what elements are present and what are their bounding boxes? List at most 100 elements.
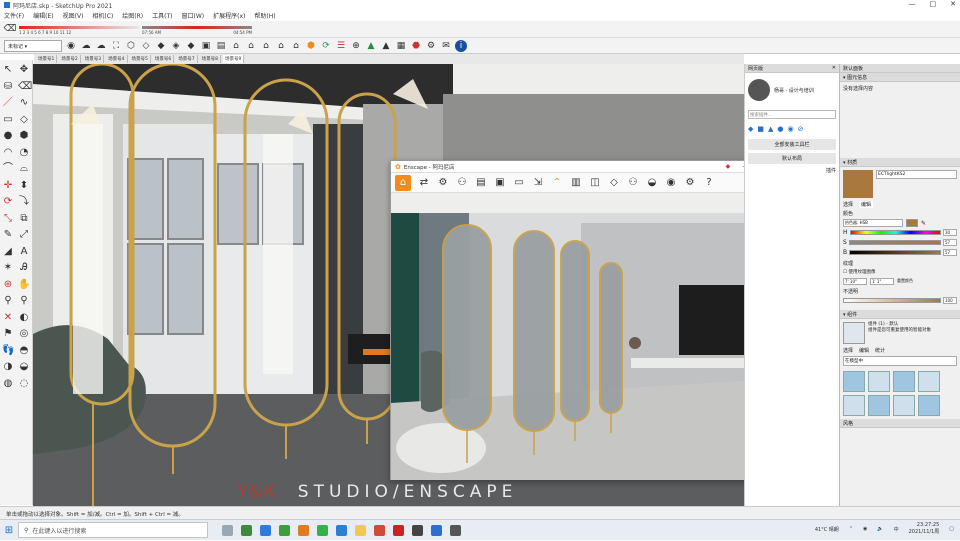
vr-icon[interactable]: ◒ [646, 177, 658, 188]
texture-width[interactable]: 7' 10" [843, 278, 867, 285]
select-icon[interactable]: ↖ [2, 64, 14, 76]
volume-icon[interactable]: 🔈 [877, 526, 883, 532]
pie-icon[interactable]: ◔ [18, 147, 30, 159]
notification-center-icon[interactable]: ▢ [949, 526, 954, 532]
section-plane-icon[interactable]: ◓ [18, 345, 30, 357]
entity-info-header[interactable]: ▾ 图元信息 [840, 73, 960, 82]
eyedropper-icon[interactable]: ✎ [921, 220, 926, 227]
menu-edit[interactable]: 编辑(E) [33, 11, 53, 20]
warehouse-icon[interactable]: ⬢ [305, 40, 317, 52]
menu-camera[interactable]: 相机(C) [92, 11, 113, 20]
right-view-icon[interactable]: ⌂ [260, 40, 272, 52]
position-camera-icon[interactable]: ⚑ [2, 328, 14, 340]
settings-icon[interactable]: ⚙ [437, 177, 449, 188]
component-thumb[interactable] [918, 395, 940, 416]
tab-edit[interactable]: 编辑 [859, 201, 874, 208]
rotated-rect-icon[interactable]: ◇ [18, 114, 30, 126]
visual-settings-icon[interactable]: ⚙ [684, 177, 696, 188]
refresh-icon[interactable]: ⟳ [320, 40, 332, 52]
zoom-extents-icon[interactable]: ⛶ [110, 40, 122, 52]
default-layout-button[interactable]: 默认布局 [748, 153, 836, 164]
cloud-icon[interactable]: ☁ [80, 40, 92, 52]
sketchup-task-icon[interactable] [374, 524, 385, 536]
opacity-slider[interactable] [843, 298, 941, 303]
plugin-d-icon[interactable]: ● [777, 125, 783, 133]
extension-icon[interactable]: ⬣ [410, 40, 422, 52]
wechat-icon[interactable] [317, 524, 328, 536]
menu-file[interactable]: 文件(F) [4, 11, 24, 20]
top-view-icon[interactable]: ⌂ [230, 40, 242, 52]
rotate-icon[interactable]: ⟳ [2, 196, 14, 208]
eraser-icon[interactable]: ⌫ [4, 23, 17, 35]
menu-window[interactable]: 窗口(W) [182, 11, 205, 20]
plugin-e-icon[interactable]: ◉ [788, 125, 794, 133]
offset-icon[interactable]: ⧉ [18, 213, 30, 225]
arc2-icon[interactable]: ⌒ [2, 163, 14, 175]
menu-view[interactable]: 视图(V) [63, 11, 84, 20]
word-icon[interactable] [431, 524, 442, 536]
zoom-window-icon[interactable]: ⚲ [18, 295, 30, 307]
reset-color-label[interactable]: 重置颜色 [897, 278, 913, 285]
xray-icon[interactable]: ◇ [140, 40, 152, 52]
tape-measure-icon[interactable]: ✎ [2, 229, 14, 241]
plugin-panel-close-icon[interactable]: ✕ [832, 65, 836, 71]
add-location-icon[interactable]: ⊕ [350, 40, 362, 52]
materials-header[interactable]: ▾ 材质 [840, 158, 960, 167]
material-swatch[interactable] [843, 170, 873, 198]
component-thumb[interactable] [868, 371, 890, 392]
tab-comp-select[interactable]: 选择 [843, 347, 853, 354]
search-app-icon[interactable] [298, 524, 309, 536]
binoculars-icon[interactable]: ⚇ [456, 177, 468, 188]
hidden-line-icon[interactable]: ◈ [170, 40, 182, 52]
zoom-icon[interactable]: ⚲ [2, 295, 14, 307]
b-value[interactable]: 57 [943, 249, 957, 256]
photo-icon[interactable] [450, 524, 461, 536]
weather[interactable]: 41°C 晴朗 [815, 526, 839, 533]
styles-footer[interactable]: 风格 [840, 419, 960, 428]
collapse-icon[interactable]: ⌃ [551, 177, 563, 188]
arc3-icon[interactable]: ⌓ [18, 163, 30, 175]
component-thumb[interactable] [868, 395, 890, 416]
plugin-b-icon[interactable]: ■ [757, 125, 764, 133]
menu-tools[interactable]: 工具(T) [152, 11, 172, 20]
dimension-icon[interactable]: ⤢ [18, 229, 30, 241]
sandbox-tool-icon[interactable]: ◍ [2, 378, 14, 390]
h-value[interactable]: 30 [943, 229, 957, 236]
left-view-icon[interactable]: ⌂ [290, 40, 302, 52]
tab-scene-1[interactable]: 场景号1 [36, 55, 58, 63]
checker-icon[interactable]: ▦ [395, 40, 407, 52]
shadow-time-slider[interactable]: 07:56 AM 04:54 PM [142, 23, 252, 35]
protractor-icon[interactable]: ◢ [2, 246, 14, 258]
wireframe-icon[interactable]: ◆ [155, 40, 167, 52]
component-icon[interactable]: ✥ [18, 64, 30, 76]
front-view-icon[interactable]: ⌂ [245, 40, 257, 52]
ime-icon[interactable]: 中 [894, 526, 899, 533]
enscape-render-view[interactable] [391, 193, 789, 480]
export-icon[interactable]: ⇲ [532, 177, 544, 188]
home-icon[interactable]: ⌂ [395, 174, 411, 191]
opacity-value[interactable]: 100 [943, 297, 957, 304]
s-slider[interactable] [848, 240, 941, 245]
zoom-extents-tool-icon[interactable]: ✕ [2, 312, 14, 324]
previous-view-icon[interactable]: ◐ [18, 312, 30, 324]
h-slider[interactable] [849, 230, 941, 235]
freehand-icon[interactable]: ∿ [18, 97, 30, 109]
windows-start-icon[interactable]: ⊞ [0, 520, 18, 541]
asset-library-icon[interactable]: ▥ [570, 177, 582, 188]
plugin-f-icon[interactable]: ⊘ [798, 125, 804, 133]
look-around-icon[interactable]: ◎ [18, 328, 30, 340]
close-button[interactable]: ✕ [950, 0, 956, 8]
tab-scene-7[interactable]: 场景号7 [176, 55, 198, 63]
maximize-button[interactable]: □ [930, 0, 937, 8]
layer-select[interactable]: 未标记 ▾ [4, 39, 62, 52]
file-manager-icon[interactable] [279, 524, 290, 536]
rectangle-icon[interactable]: ▭ [2, 114, 14, 126]
tree-icon[interactable]: ▲ [365, 40, 377, 52]
color-picker-select[interactable]: 拾色器: HSB [843, 219, 903, 227]
walk-icon[interactable]: 👣 [2, 345, 14, 357]
textured-icon[interactable]: ▣ [200, 40, 212, 52]
eye-icon[interactable]: ◉ [65, 40, 77, 52]
tab-scene-2[interactable]: 场景号2 [59, 55, 81, 63]
3d-text-icon[interactable]: Ꭿ [18, 262, 30, 274]
outlook-icon[interactable] [336, 524, 347, 536]
